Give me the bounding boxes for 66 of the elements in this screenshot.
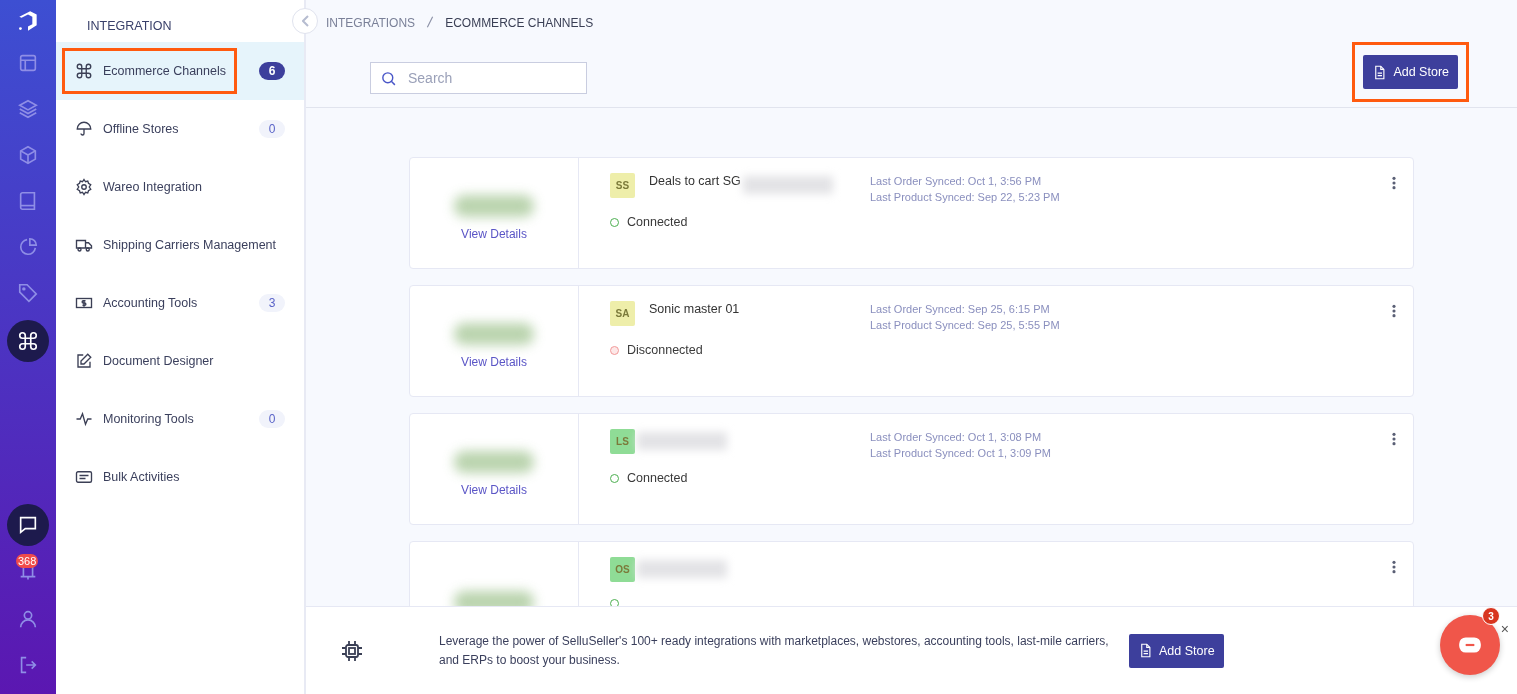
pie-chart-icon xyxy=(17,236,39,258)
list-icon xyxy=(75,468,93,486)
store-name: Deals to cart SG xyxy=(649,174,741,188)
active-nav-button[interactable] xyxy=(7,504,49,546)
sync-info: Last Order Synced: Oct 1, 3:56 PM xyxy=(870,174,1043,189)
sync-info: Last Product Synced: Oct 1, 3:09 PM xyxy=(870,446,1051,461)
sidebar-item[interactable]: Wareo Integration xyxy=(56,158,304,216)
chevron-left-icon xyxy=(301,15,309,27)
sidebar-item[interactable]: Shipping Carriers Management xyxy=(56,216,304,274)
sync-info: Last Product Synced: Sep 25, 5:55 PM xyxy=(870,318,1060,333)
sidebar-item[interactable]: Ecommerce Channels 6 xyxy=(56,42,304,100)
sidebar-item[interactable]: Offline Stores 0 xyxy=(56,100,304,158)
store-initials: SS xyxy=(610,172,635,198)
store-name: Sonic master 01 xyxy=(649,302,740,316)
command-icon xyxy=(17,330,39,352)
close-button[interactable]: × xyxy=(1500,622,1509,636)
chip-icon xyxy=(340,638,364,663)
document-icon xyxy=(1372,64,1388,80)
view-details-link[interactable]: View Details xyxy=(461,483,527,497)
count-badge: 6 xyxy=(259,62,285,80)
sidebar-item[interactable]: Bulk Activities xyxy=(56,448,304,506)
umbrella-icon xyxy=(75,120,93,138)
search-icon xyxy=(380,70,397,87)
count-badge: 0 xyxy=(259,120,285,138)
edit-icon xyxy=(75,352,93,370)
breadcrumb-link[interactable]: INTEGRATIONS xyxy=(326,16,416,30)
search-field[interactable]: Search xyxy=(370,62,587,94)
notification-count: 368 xyxy=(16,554,39,568)
more-options-icon[interactable] xyxy=(1391,304,1397,318)
section-title: INTEGRATION xyxy=(86,18,173,35)
document-icon xyxy=(1138,643,1153,658)
more-options-icon[interactable] xyxy=(1391,560,1397,574)
active-nav-button[interactable] xyxy=(7,320,49,362)
status-label: Connected xyxy=(627,215,688,229)
layers-icon xyxy=(17,98,39,120)
sidebar-item[interactable]: Accounting Tools 3 xyxy=(56,274,304,332)
promo-text: Leverage the power of SelluSeller's 100+ ready integrations with marketplaces, webstores, accounting tools, last-mile carriers, and ERPs to boost your business. xyxy=(439,632,1109,669)
count-badge: 3 xyxy=(259,294,285,312)
sidebar-item[interactable]: Document Designer xyxy=(56,332,304,390)
status-label: Connected xyxy=(627,471,688,485)
collapse-button[interactable] xyxy=(292,8,318,34)
layout-icon xyxy=(17,52,39,74)
user-icon xyxy=(17,608,39,630)
view-details-link[interactable]: View Details xyxy=(461,227,527,241)
add-store-button[interactable]: Add Store xyxy=(1129,633,1224,668)
sync-info: Last Order Synced: Sep 25, 6:15 PM xyxy=(870,302,1051,317)
store-initials: SA xyxy=(610,300,635,326)
status-label: Disconnected xyxy=(627,343,703,357)
chat-icon xyxy=(17,514,39,536)
breadcrumb-current: ECOMMERCE CHANNELS xyxy=(445,16,594,30)
pulse-icon xyxy=(75,410,93,428)
cube-icon xyxy=(17,144,39,166)
count-badge: 0 xyxy=(259,410,285,428)
sync-info: Last Order Synced: Oct 1, 3:08 PM xyxy=(870,430,1043,445)
store-initials: OS xyxy=(610,556,635,582)
command-icon xyxy=(75,62,93,80)
store-initials: LS xyxy=(610,428,635,454)
add-store-button[interactable]: Add Store xyxy=(1363,55,1458,89)
gear-icon xyxy=(75,178,93,196)
sidebar-item[interactable]: Monitoring Tools 0 xyxy=(56,390,304,448)
view-details-link[interactable]: View Details xyxy=(461,355,527,369)
tag-icon xyxy=(17,282,39,304)
sync-info: Last Product Synced: Sep 22, 5:23 PM xyxy=(870,190,1060,205)
more-options-icon[interactable] xyxy=(1391,432,1397,446)
more-options-icon[interactable] xyxy=(1391,176,1397,190)
nav-button[interactable]: 368 xyxy=(9,554,47,592)
